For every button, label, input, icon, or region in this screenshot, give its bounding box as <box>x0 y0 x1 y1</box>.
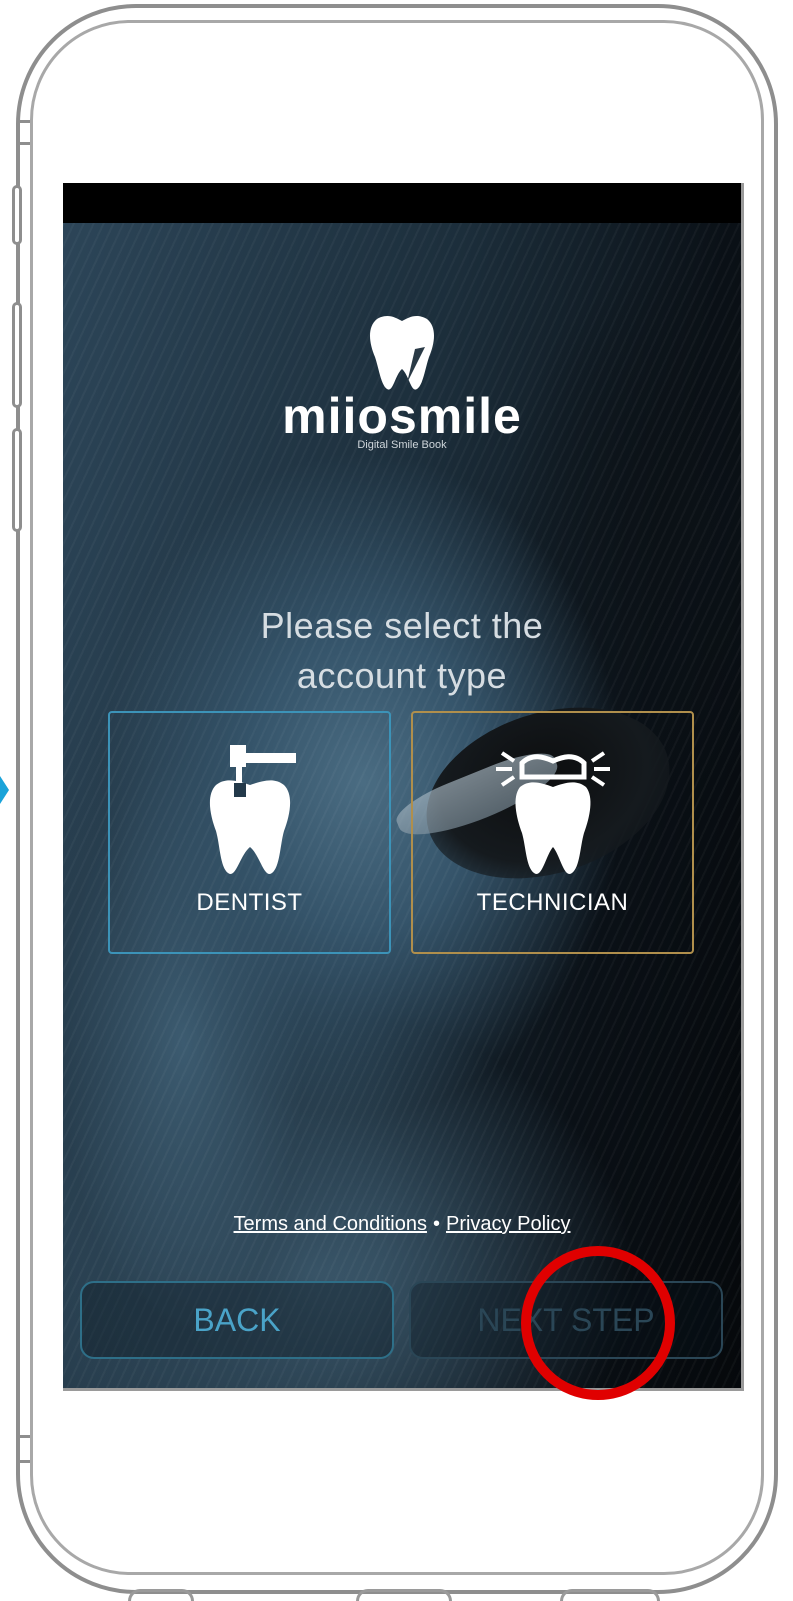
phone-side-line <box>20 120 30 123</box>
app-screen: miiosmile Digital Smile Book Please sele… <box>63 183 744 1391</box>
volume-down-button <box>12 428 22 532</box>
dentist-option-card[interactable]: DENTIST <box>108 711 391 954</box>
phone-bottom-detail <box>560 1589 660 1601</box>
phone-bottom-detail <box>356 1589 452 1601</box>
tooth-crown-icon <box>495 751 610 874</box>
volume-up-button <box>12 302 22 408</box>
phone-side-line <box>20 1460 30 1463</box>
prompt-line-2: account type <box>296 655 508 696</box>
tooth-drill-icon <box>209 745 296 874</box>
dentist-label: DENTIST <box>196 889 303 916</box>
prompt-line-1: Please select the <box>260 605 544 646</box>
phone-bottom-detail <box>128 1589 194 1601</box>
phone-side-line <box>20 1435 30 1438</box>
back-button[interactable]: BACK <box>80 1281 394 1359</box>
next-step-button[interactable]: NEXT STEP <box>409 1281 723 1359</box>
mute-switch <box>12 185 22 245</box>
logo-tagline: Digital Smile Book <box>357 439 447 451</box>
privacy-link[interactable]: Privacy Policy <box>446 1213 570 1235</box>
tooth-logo-icon <box>370 315 434 390</box>
legal-separator: • <box>432 1213 440 1235</box>
pointer-arrow-icon <box>0 776 9 804</box>
terms-link[interactable]: Terms and Conditions <box>234 1213 427 1235</box>
legal-links: Terms and Conditions • Privacy Policy <box>63 1213 741 1236</box>
phone-side-line <box>20 142 30 145</box>
technician-option-card[interactable]: TECHNICIAN <box>411 711 694 954</box>
status-bar <box>63 183 741 223</box>
technician-label: TECHNICIAN <box>476 889 629 916</box>
app-logo: miiosmile Digital Smile Book <box>63 313 741 451</box>
account-type-prompt: Please select the account type <box>63 601 741 701</box>
logo-wordmark: miiosmile <box>282 388 522 444</box>
